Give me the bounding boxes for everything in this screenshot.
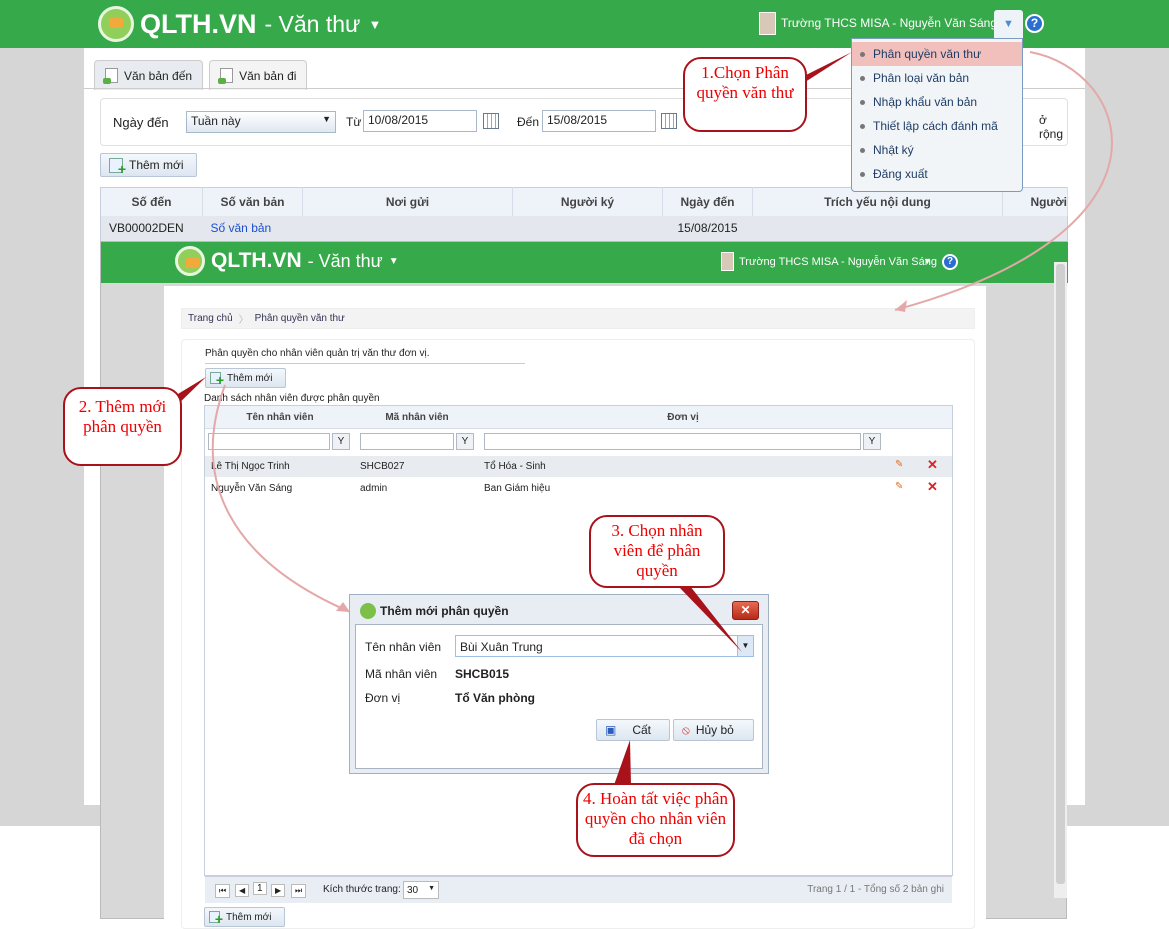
callout-step-3: 3. Chọn nhân viên để phân quyền	[589, 515, 725, 588]
callout-step-1: 1.Chọn Phân quyền văn thư	[683, 57, 807, 132]
callout-pointer	[678, 586, 742, 652]
curved-arrow	[211, 384, 351, 613]
callout-step-2: 2. Thêm mới phân quyền	[63, 387, 182, 466]
curved-arrow	[894, 51, 1113, 311]
arrow-head	[895, 300, 907, 312]
callout-step-4: 4. Hoàn tất việc phân quyền cho nhân viê…	[576, 783, 735, 857]
callout-pointer	[614, 740, 631, 785]
